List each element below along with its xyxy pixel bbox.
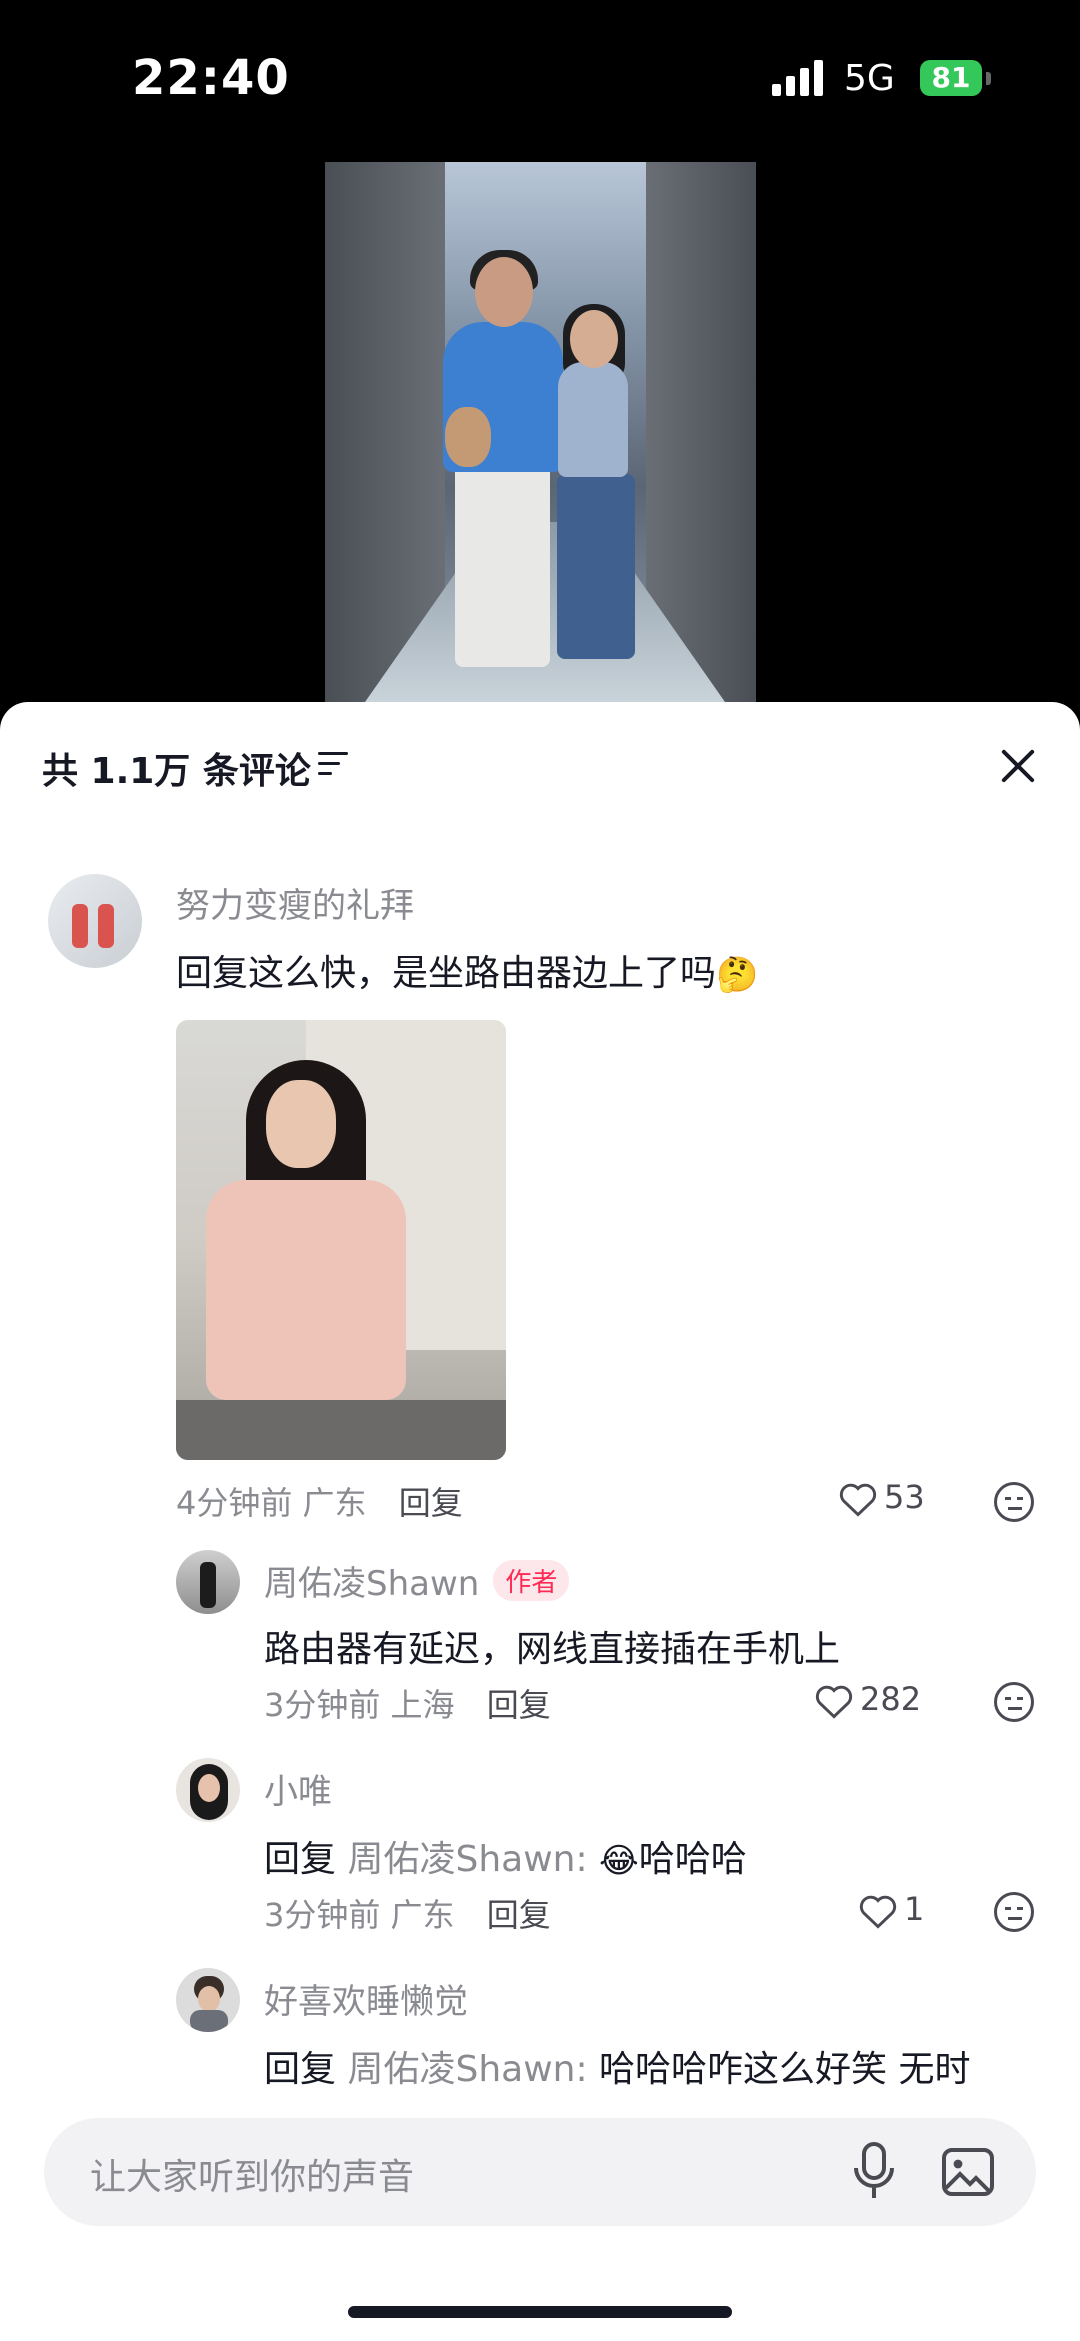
comment-text-body: 回复这么快，是坐路由器边上了吗 bbox=[176, 953, 717, 994]
reply-username[interactable]: 小唯 bbox=[264, 1764, 332, 1813]
reply-meta: 3分钟前 广东 回复 bbox=[264, 1890, 551, 1936]
image-ground bbox=[176, 1400, 506, 1460]
reply-prefix: 回复 bbox=[264, 2049, 337, 2090]
like-count: 53 bbox=[884, 1478, 925, 1516]
reply-text-body: 哈哈哈 bbox=[638, 1839, 747, 1880]
reply-button[interactable]: 回复 bbox=[487, 1896, 551, 1934]
reply-button[interactable]: 回复 bbox=[399, 1484, 463, 1522]
reply-text: 回复 周佑凌Shawn: 哈哈哈咋这么好笑 无时 bbox=[264, 2040, 971, 2092]
comment-username[interactable]: 努力变瘦的礼拜 bbox=[176, 878, 414, 927]
heart-icon bbox=[815, 1685, 853, 1719]
more-options-icon[interactable] bbox=[994, 1892, 1034, 1932]
reply-username-text: 周佑凌Shawn bbox=[264, 1564, 480, 1604]
microphone-icon[interactable] bbox=[852, 2142, 896, 2202]
battery-icon: 81 bbox=[920, 60, 982, 96]
heart-icon bbox=[839, 1483, 877, 1517]
comment-text: 回复这么快，是坐路由器边上了吗🤔 bbox=[176, 944, 758, 996]
avatar-face bbox=[198, 1774, 220, 1802]
emoji-thinking-icon: 🤔 bbox=[716, 955, 759, 995]
reply-button[interactable]: 回复 bbox=[487, 1686, 551, 1724]
like-count: 1 bbox=[904, 1890, 925, 1928]
home-indicator[interactable] bbox=[348, 2306, 732, 2318]
avatar[interactable] bbox=[176, 1968, 240, 2032]
avatar[interactable] bbox=[176, 1758, 240, 1822]
emoji-laughing-icon: 😂 bbox=[599, 1841, 639, 1881]
battery-tip bbox=[986, 72, 991, 85]
like-button[interactable]: 1 bbox=[858, 1890, 924, 1929]
reply-time: 3分钟前 bbox=[264, 1896, 381, 1934]
comment-time: 4分钟前 bbox=[176, 1484, 293, 1522]
comment-input-placeholder: 让大家听到你的声音 bbox=[90, 2157, 415, 2198]
avatar-face bbox=[198, 1986, 220, 2012]
video-person-2-legs bbox=[557, 474, 635, 659]
reply-meta: 3分钟前 上海 回复 bbox=[264, 1680, 551, 1726]
avatar-figure bbox=[98, 904, 114, 948]
comment-input[interactable]: 让大家听到你的声音 bbox=[44, 2118, 1036, 2226]
sort-filter-icon[interactable] bbox=[318, 752, 348, 776]
avatar[interactable] bbox=[48, 874, 142, 968]
like-button[interactable]: 282 bbox=[814, 1680, 921, 1719]
reply-text: 回复 周佑凌Shawn: 😂哈哈哈 bbox=[264, 1830, 747, 1882]
video-person-2-head bbox=[570, 310, 618, 368]
signal-icon bbox=[772, 60, 824, 96]
status-time: 22:40 bbox=[132, 50, 290, 106]
video-preview[interactable] bbox=[325, 162, 756, 702]
video-person-2-top bbox=[558, 362, 628, 477]
comment-image[interactable] bbox=[176, 1020, 506, 1460]
avatar[interactable] bbox=[176, 1550, 240, 1614]
reply-text: 路由器有延迟，网线直接插在手机上 bbox=[264, 1629, 841, 1670]
comments-count-title: 共 1.1万 条评论 bbox=[42, 751, 311, 792]
author-badge: 作者 bbox=[493, 1560, 570, 1601]
more-options-icon[interactable] bbox=[994, 1682, 1034, 1722]
close-icon[interactable] bbox=[996, 744, 1040, 788]
reply-username[interactable]: 周佑凌Shawn 作者 bbox=[264, 1556, 570, 1605]
avatar-shirt bbox=[190, 2010, 228, 2032]
video-person-1-head bbox=[475, 257, 533, 327]
heart-icon bbox=[859, 1895, 897, 1929]
reply-username[interactable]: 好喜欢睡懒觉 bbox=[264, 1974, 468, 2023]
reply-to-username[interactable]: 周佑凌Shawn: bbox=[347, 1839, 587, 1880]
image-face bbox=[266, 1080, 336, 1168]
reply-to-username[interactable]: 周佑凌Shawn: bbox=[347, 2049, 587, 2090]
avatar-figure bbox=[72, 904, 88, 948]
reply-text-body: 哈哈哈咋这么好笑 无时 bbox=[599, 2049, 971, 2090]
like-count: 282 bbox=[860, 1680, 922, 1718]
reply-location: 广东 bbox=[390, 1896, 455, 1934]
like-button[interactable]: 53 bbox=[838, 1478, 925, 1517]
reply-prefix: 回复 bbox=[264, 1839, 337, 1880]
reply-location: 上海 bbox=[390, 1686, 455, 1724]
video-dog bbox=[445, 407, 491, 467]
more-options-icon[interactable] bbox=[994, 1482, 1034, 1522]
avatar-figure bbox=[200, 1562, 216, 1608]
comment-location: 广东 bbox=[302, 1484, 367, 1522]
status-bar: 22:40 5G 81 bbox=[0, 0, 1080, 160]
image-upload-icon[interactable] bbox=[942, 2148, 994, 2196]
reply-time: 3分钟前 bbox=[264, 1686, 381, 1724]
network-type: 5G bbox=[844, 58, 895, 99]
image-top bbox=[206, 1180, 406, 1400]
video-person-1-legs bbox=[455, 462, 550, 667]
battery-level: 81 bbox=[931, 61, 971, 94]
comment-meta: 4分钟前 广东 回复 bbox=[176, 1478, 463, 1524]
